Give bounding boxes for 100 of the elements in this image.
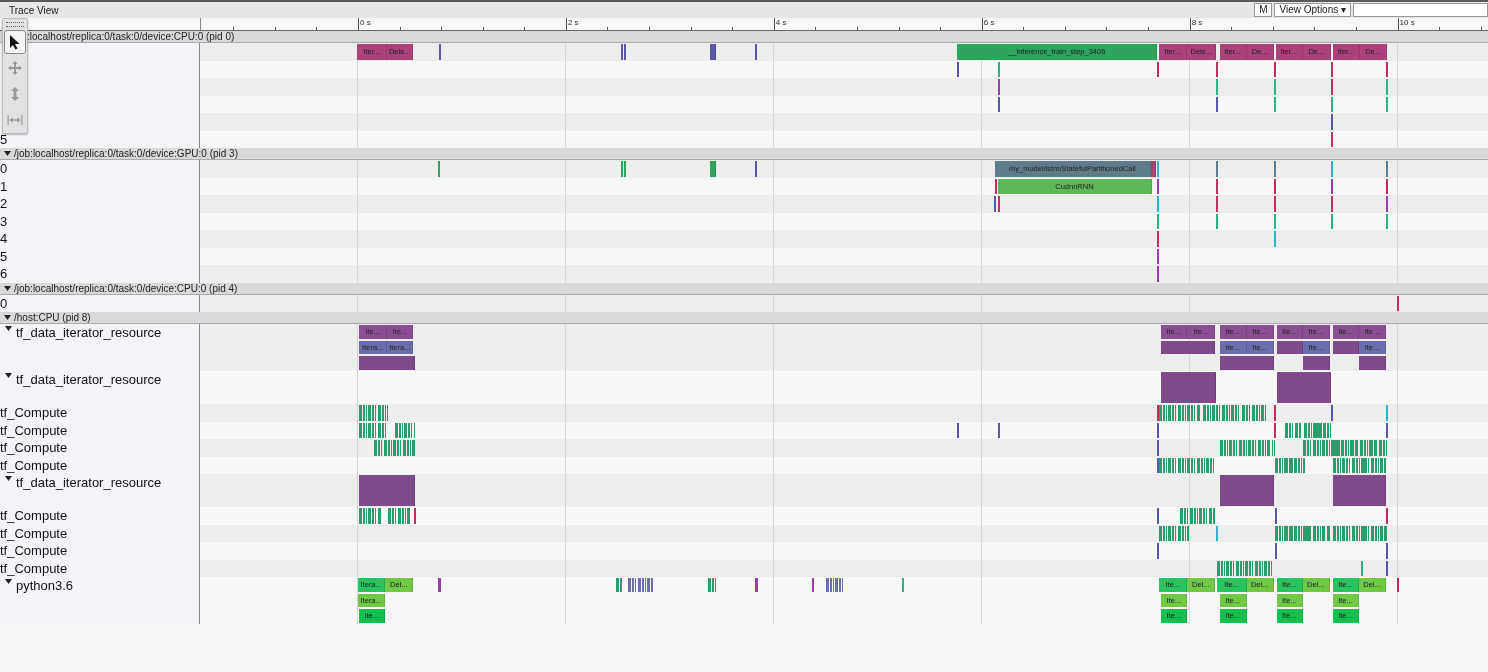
event-marker[interactable] (1216, 525, 1219, 542)
event-cluster[interactable] (373, 440, 416, 456)
event-marker[interactable] (1273, 161, 1276, 177)
trace-slice[interactable] (1276, 372, 1331, 404)
event-cluster[interactable] (1217, 560, 1274, 577)
event-marker[interactable] (1386, 61, 1389, 77)
event-marker[interactable] (1273, 61, 1276, 77)
event-marker[interactable] (1386, 405, 1389, 421)
event-marker[interactable] (1273, 79, 1276, 95)
event-marker[interactable] (1216, 79, 1219, 95)
trace-slice[interactable] (1359, 356, 1387, 371)
expand-toggle-icon[interactable] (4, 284, 11, 292)
grip-handle[interactable] (6, 22, 24, 27)
event-cluster[interactable] (359, 422, 388, 439)
trace-slice[interactable] (359, 475, 416, 507)
event-marker[interactable] (1157, 457, 1160, 474)
event-marker[interactable] (1386, 213, 1389, 229)
event-marker[interactable] (1386, 196, 1389, 212)
expand-toggle-icon[interactable] (4, 314, 11, 321)
expand-toggle-icon[interactable] (5, 475, 12, 483)
event-cluster[interactable] (359, 405, 389, 421)
event-marker[interactable] (1157, 161, 1160, 177)
event-marker[interactable] (997, 422, 1000, 439)
event-cluster[interactable] (754, 578, 758, 592)
event-marker[interactable] (997, 61, 1000, 77)
expand-toggle-icon[interactable] (5, 372, 12, 380)
process-header[interactable]: /host:CPU (pid 8) (0, 312, 1488, 324)
event-marker[interactable] (1216, 161, 1219, 177)
event-marker[interactable] (957, 422, 960, 439)
event-marker[interactable] (1273, 231, 1276, 247)
process-header[interactable]: /job:localhost/replica:0/task:0/device:GPU:0 (pid 3) (0, 148, 1488, 160)
event-marker[interactable] (1157, 213, 1160, 229)
expand-toggle-icon[interactable] (5, 578, 12, 586)
event-marker[interactable] (1273, 96, 1276, 112)
trace-slice[interactable] (1219, 475, 1274, 507)
event-cluster[interactable] (1302, 440, 1388, 456)
event-marker[interactable] (1330, 161, 1333, 177)
event-marker[interactable] (1330, 213, 1333, 229)
event-marker[interactable] (1330, 79, 1333, 95)
event-cluster[interactable] (394, 422, 416, 439)
event-cluster[interactable] (1274, 525, 1331, 542)
event-marker[interactable] (1386, 161, 1389, 177)
event-marker[interactable] (1157, 248, 1160, 264)
event-marker[interactable] (1330, 131, 1333, 147)
trace-slice[interactable] (1332, 475, 1386, 507)
trace-slice[interactable] (1276, 340, 1303, 355)
process-header[interactable]: :localhost/replica:0/task:0/device:CPU:0 (pid 0) (0, 31, 1488, 43)
event-marker[interactable] (994, 178, 997, 194)
event-marker[interactable] (1216, 213, 1219, 229)
event-cluster[interactable] (1332, 457, 1386, 474)
event-marker[interactable] (438, 161, 441, 177)
event-marker[interactable] (754, 161, 757, 177)
event-marker[interactable] (1157, 440, 1160, 456)
event-marker[interactable] (1273, 405, 1276, 421)
event-cluster[interactable] (1219, 440, 1275, 456)
event-marker[interactable] (1330, 405, 1333, 421)
event-marker[interactable] (1216, 196, 1219, 212)
event-marker[interactable] (1157, 405, 1160, 421)
event-cluster[interactable] (388, 508, 412, 524)
event-marker[interactable] (1397, 295, 1400, 311)
event-marker[interactable] (1330, 114, 1333, 130)
event-cluster[interactable] (1274, 457, 1305, 474)
event-marker[interactable] (997, 196, 1000, 212)
trace-slice[interactable] (1161, 372, 1217, 404)
trace-slice[interactable] (709, 44, 716, 60)
event-marker[interactable] (1273, 178, 1276, 194)
event-cluster[interactable] (1202, 405, 1240, 421)
event-cluster[interactable] (1285, 422, 1331, 439)
event-marker[interactable] (1273, 422, 1276, 439)
event-marker[interactable] (1157, 266, 1160, 282)
event-cluster[interactable] (826, 578, 844, 592)
event-marker[interactable] (1386, 96, 1389, 112)
event-marker[interactable] (1157, 543, 1160, 559)
event-marker[interactable] (1274, 508, 1277, 524)
event-marker[interactable] (1330, 96, 1333, 112)
event-marker[interactable] (1330, 178, 1333, 194)
event-marker[interactable] (1157, 422, 1160, 439)
event-marker[interactable] (1386, 508, 1389, 524)
event-marker[interactable] (1157, 196, 1160, 212)
trace-slice[interactable] (709, 161, 716, 177)
event-marker[interactable] (754, 44, 757, 60)
event-marker[interactable] (1157, 231, 1160, 247)
event-marker[interactable] (1397, 578, 1400, 592)
event-marker[interactable] (414, 508, 417, 524)
select-tool-button[interactable] (4, 30, 26, 54)
trace-slice[interactable] (1150, 161, 1157, 177)
event-marker[interactable] (624, 44, 627, 60)
event-marker[interactable] (1216, 178, 1219, 194)
event-marker[interactable] (1361, 560, 1364, 577)
event-marker[interactable] (1157, 61, 1160, 77)
event-marker[interactable] (1216, 61, 1219, 77)
event-cluster[interactable] (616, 578, 623, 592)
event-marker[interactable] (997, 79, 1000, 95)
trace-slice[interactable] (1161, 340, 1216, 355)
event-marker[interactable] (811, 578, 814, 592)
trace-slice[interactable] (359, 356, 416, 371)
event-marker[interactable] (624, 161, 627, 177)
event-marker[interactable] (1273, 196, 1276, 212)
event-cluster[interactable] (359, 508, 383, 524)
event-marker[interactable] (1274, 543, 1277, 559)
